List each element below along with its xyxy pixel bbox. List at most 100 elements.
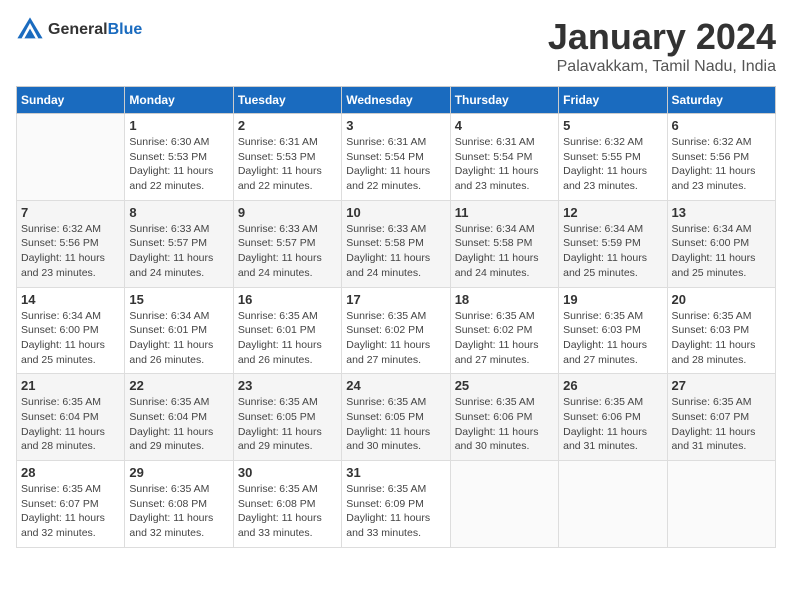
calendar-cell: 22Sunrise: 6:35 AM Sunset: 6:04 PM Dayli… xyxy=(125,374,233,461)
calendar-cell: 8 Sunrise: 6:33 AM Sunset: 5:57 PM Daylig… xyxy=(125,200,233,287)
logo-general: GeneralBlue xyxy=(48,21,142,39)
calendar-cell: 25 Sunrise: 6:35 AM Sunset: 6:06 PM Dayli… xyxy=(450,374,558,461)
title-area: January 2024 Palavakkam, Tamil Nadu, Ind… xyxy=(548,16,776,76)
day-number: 12 xyxy=(563,205,662,220)
day-number: 13 xyxy=(672,205,771,220)
main-title: January 2024 xyxy=(548,16,776,58)
day-number: 21 xyxy=(21,378,120,393)
calendar-week-row: 7 Sunrise: 6:32 AM Sunset: 5:56 PM Daylig… xyxy=(17,200,776,287)
header: GeneralBlue January 2024 Palavakkam, Tam… xyxy=(16,16,776,76)
day-number: 10 xyxy=(346,205,445,220)
day-info: Sunrise: 6:35 AM Sunset: 6:05 PM Dayligh… xyxy=(238,395,337,454)
day-info: Sunrise: 6:35 AM Sunset: 6:08 PM Dayligh… xyxy=(129,482,228,541)
day-info: Sunrise: 6:35 AM Sunset: 6:06 PM Dayligh… xyxy=(563,395,662,454)
calendar-cell: 17 Sunrise: 6:35 AM Sunset: 6:02 PM Dayli… xyxy=(342,287,450,374)
day-number: 14 xyxy=(21,292,120,307)
calendar-cell: 5 Sunrise: 6:32 AM Sunset: 5:55 PM Daylig… xyxy=(559,114,667,201)
day-info: Sunrise: 6:31 AM Sunset: 5:53 PM Dayligh… xyxy=(238,135,337,194)
day-number: 27 xyxy=(672,378,771,393)
day-info: Sunrise: 6:32 AM Sunset: 5:55 PM Dayligh… xyxy=(563,135,662,194)
calendar-cell: 16 Sunrise: 6:35 AM Sunset: 6:01 PM Dayli… xyxy=(233,287,341,374)
calendar-cell: 10 Sunrise: 6:33 AM Sunset: 5:58 PM Dayli… xyxy=(342,200,450,287)
calendar-cell: 24Sunrise: 6:35 AM Sunset: 6:05 PM Dayli… xyxy=(342,374,450,461)
calendar-cell: 30 Sunrise: 6:35 AM Sunset: 6:08 PM Dayli… xyxy=(233,461,341,548)
calendar-cell: 23 Sunrise: 6:35 AM Sunset: 6:05 PM Dayli… xyxy=(233,374,341,461)
day-info: Sunrise: 6:35 AM Sunset: 6:02 PM Dayligh… xyxy=(346,309,445,368)
calendar-cell: 12 Sunrise: 6:34 AM Sunset: 5:59 PM Dayli… xyxy=(559,200,667,287)
header-day-wednesday: Wednesday xyxy=(342,87,450,114)
day-number: 4 xyxy=(455,118,554,133)
calendar-cell: 14 Sunrise: 6:34 AM Sunset: 6:00 PM Dayli… xyxy=(17,287,125,374)
day-number: 18 xyxy=(455,292,554,307)
calendar-table: SundayMondayTuesdayWednesdayThursdayFrid… xyxy=(16,86,776,548)
day-number: 9 xyxy=(238,205,337,220)
day-number: 8 xyxy=(129,205,228,220)
day-number: 7 xyxy=(21,205,120,220)
day-number: 3 xyxy=(346,118,445,133)
day-info: Sunrise: 6:35 AM Sunset: 6:06 PM Dayligh… xyxy=(455,395,554,454)
day-number: 6 xyxy=(672,118,771,133)
day-info: Sunrise: 6:35 AM Sunset: 6:03 PM Dayligh… xyxy=(672,309,771,368)
day-info: Sunrise: 6:35 AM Sunset: 6:08 PM Dayligh… xyxy=(238,482,337,541)
calendar-cell: 19 Sunrise: 6:35 AM Sunset: 6:03 PM Dayli… xyxy=(559,287,667,374)
day-number: 17 xyxy=(346,292,445,307)
day-info: Sunrise: 6:31 AM Sunset: 5:54 PM Dayligh… xyxy=(455,135,554,194)
calendar-cell: 13 Sunrise: 6:34 AM Sunset: 6:00 PM Dayli… xyxy=(667,200,775,287)
day-number: 5 xyxy=(563,118,662,133)
logo: GeneralBlue xyxy=(16,16,142,44)
calendar-cell: 11 Sunrise: 6:34 AM Sunset: 5:58 PM Dayli… xyxy=(450,200,558,287)
calendar-cell: 9 Sunrise: 6:33 AM Sunset: 5:57 PM Daylig… xyxy=(233,200,341,287)
day-number: 30 xyxy=(238,465,337,480)
day-number: 26 xyxy=(563,378,662,393)
day-number: 19 xyxy=(563,292,662,307)
header-day-thursday: Thursday xyxy=(450,87,558,114)
day-number: 16 xyxy=(238,292,337,307)
calendar-cell: 1 Sunrise: 6:30 AM Sunset: 5:53 PM Daylig… xyxy=(125,114,233,201)
sub-title: Palavakkam, Tamil Nadu, India xyxy=(548,58,776,76)
day-number: 2 xyxy=(238,118,337,133)
day-number: 28 xyxy=(21,465,120,480)
calendar-cell: 20 Sunrise: 6:35 AM Sunset: 6:03 PM Dayli… xyxy=(667,287,775,374)
calendar-cell: 4 Sunrise: 6:31 AM Sunset: 5:54 PM Daylig… xyxy=(450,114,558,201)
day-info: Sunrise: 6:33 AM Sunset: 5:58 PM Dayligh… xyxy=(346,222,445,281)
day-info: Sunrise: 6:35 AM Sunset: 6:02 PM Dayligh… xyxy=(455,309,554,368)
day-info: Sunrise: 6:30 AM Sunset: 5:53 PM Dayligh… xyxy=(129,135,228,194)
day-info: Sunrise: 6:34 AM Sunset: 5:59 PM Dayligh… xyxy=(563,222,662,281)
calendar-cell: 26 Sunrise: 6:35 AM Sunset: 6:06 PM Dayli… xyxy=(559,374,667,461)
calendar-cell: 15Sunrise: 6:34 AM Sunset: 6:01 PM Dayli… xyxy=(125,287,233,374)
day-info: Sunrise: 6:35 AM Sunset: 6:05 PM Dayligh… xyxy=(346,395,445,454)
calendar-cell: 21 Sunrise: 6:35 AM Sunset: 6:04 PM Dayli… xyxy=(17,374,125,461)
day-info: Sunrise: 6:34 AM Sunset: 5:58 PM Dayligh… xyxy=(455,222,554,281)
calendar-header-row: SundayMondayTuesdayWednesdayThursdayFrid… xyxy=(17,87,776,114)
day-info: Sunrise: 6:35 AM Sunset: 6:01 PM Dayligh… xyxy=(238,309,337,368)
day-info: Sunrise: 6:35 AM Sunset: 6:03 PM Dayligh… xyxy=(563,309,662,368)
calendar-cell: 27Sunrise: 6:35 AM Sunset: 6:07 PM Dayli… xyxy=(667,374,775,461)
logo-icon xyxy=(16,16,44,44)
day-number: 1 xyxy=(129,118,228,133)
day-number: 15 xyxy=(129,292,228,307)
calendar-cell xyxy=(667,461,775,548)
calendar-cell: 6Sunrise: 6:32 AM Sunset: 5:56 PM Daylig… xyxy=(667,114,775,201)
day-number: 23 xyxy=(238,378,337,393)
day-number: 11 xyxy=(455,205,554,220)
calendar-week-row: 28Sunrise: 6:35 AM Sunset: 6:07 PM Dayli… xyxy=(17,461,776,548)
day-info: Sunrise: 6:34 AM Sunset: 6:00 PM Dayligh… xyxy=(21,309,120,368)
day-info: Sunrise: 6:33 AM Sunset: 5:57 PM Dayligh… xyxy=(238,222,337,281)
day-number: 25 xyxy=(455,378,554,393)
day-info: Sunrise: 6:32 AM Sunset: 5:56 PM Dayligh… xyxy=(21,222,120,281)
day-info: Sunrise: 6:33 AM Sunset: 5:57 PM Dayligh… xyxy=(129,222,228,281)
calendar-cell xyxy=(450,461,558,548)
calendar-cell: 18 Sunrise: 6:35 AM Sunset: 6:02 PM Dayli… xyxy=(450,287,558,374)
calendar-cell: 28Sunrise: 6:35 AM Sunset: 6:07 PM Dayli… xyxy=(17,461,125,548)
day-info: Sunrise: 6:35 AM Sunset: 6:04 PM Dayligh… xyxy=(21,395,120,454)
day-number: 29 xyxy=(129,465,228,480)
day-number: 20 xyxy=(672,292,771,307)
header-day-tuesday: Tuesday xyxy=(233,87,341,114)
calendar-week-row: 14 Sunrise: 6:34 AM Sunset: 6:00 PM Dayli… xyxy=(17,287,776,374)
calendar-cell: 7 Sunrise: 6:32 AM Sunset: 5:56 PM Daylig… xyxy=(17,200,125,287)
calendar-cell xyxy=(17,114,125,201)
calendar-cell xyxy=(559,461,667,548)
calendar-cell: 2 Sunrise: 6:31 AM Sunset: 5:53 PM Daylig… xyxy=(233,114,341,201)
day-info: Sunrise: 6:34 AM Sunset: 6:00 PM Dayligh… xyxy=(672,222,771,281)
day-info: Sunrise: 6:35 AM Sunset: 6:04 PM Dayligh… xyxy=(129,395,228,454)
